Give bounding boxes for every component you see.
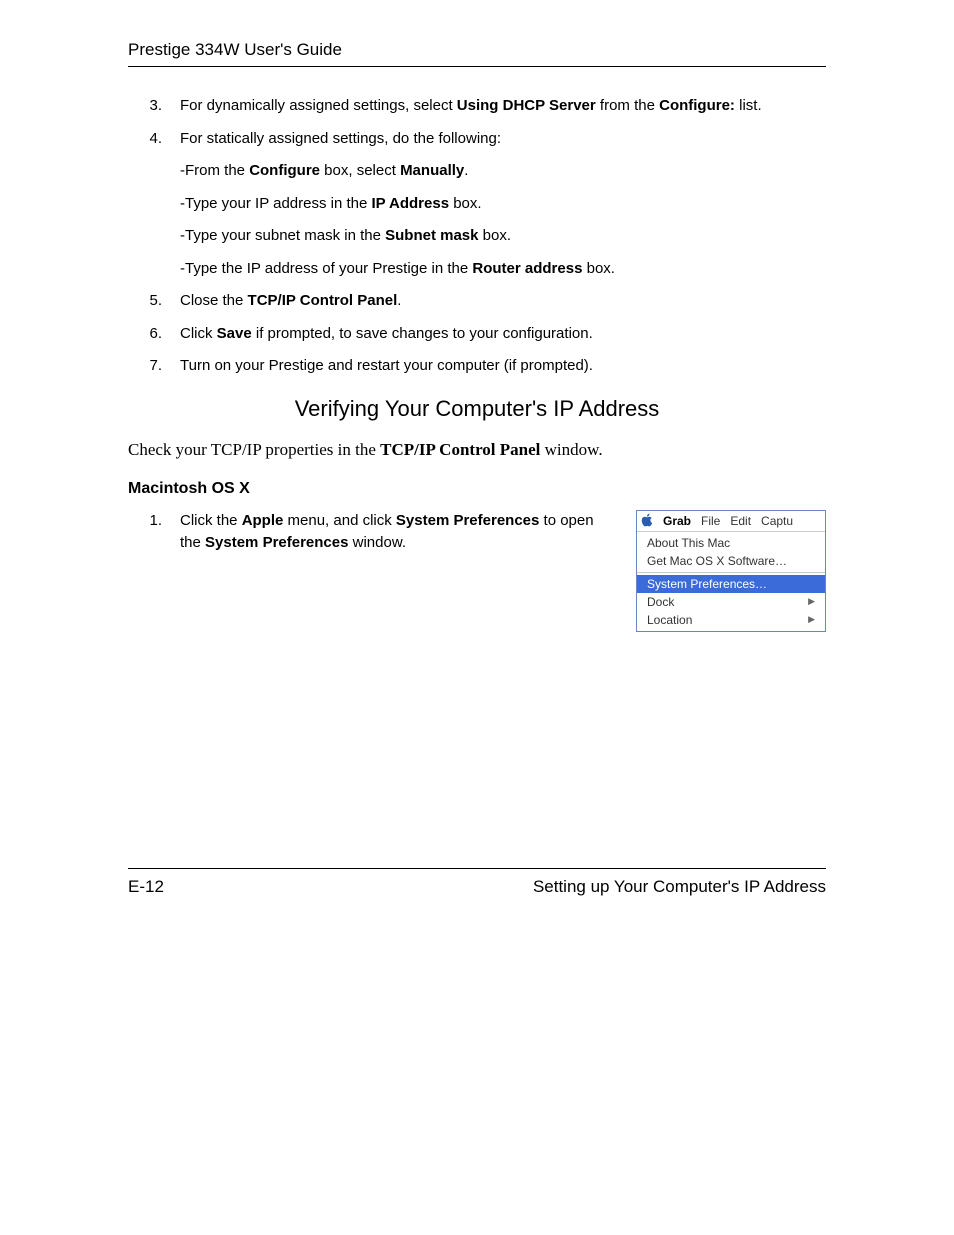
menu-label: About This Mac (647, 536, 730, 550)
text-run: Click (180, 325, 217, 342)
text-run: Close the (180, 292, 248, 309)
list-item: 5. Close the TCP/IP Control Panel. (128, 290, 826, 313)
bold-run: Apple (242, 512, 284, 529)
list-marker: 1. (128, 510, 180, 555)
bold-run: System Preferences (396, 512, 539, 529)
menu-item-get-software: Get Mac OS X Software… (637, 552, 825, 570)
list-text: For statically assigned settings, do the… (180, 128, 826, 151)
text-run: window. (348, 534, 406, 551)
list-item: 7. Turn on your Prestige and restart you… (128, 355, 826, 378)
submenu-arrow-icon: ▶ (808, 614, 815, 625)
text-run: For dynamically assigned settings, selec… (180, 97, 457, 114)
text-run: box, select (320, 162, 400, 179)
menu-item-system-preferences: System Preferences… (637, 575, 825, 593)
section-heading: Verifying Your Computer's IP Address (128, 396, 826, 422)
text-run: box. (449, 195, 482, 212)
menubar-item-grab: Grab (663, 514, 691, 528)
body-paragraph: Check your TCP/IP properties in the TCP/… (128, 440, 826, 460)
text-run: -Type the IP address of your Prestige in… (180, 260, 472, 277)
text-run: window. (540, 440, 602, 459)
bold-run: Router address (472, 260, 582, 277)
bold-run: IP Address (372, 195, 450, 212)
document-header: Prestige 334W User's Guide (128, 40, 826, 67)
bold-run: Configure: (659, 97, 735, 114)
list-subitem: -From the Configure box, select Manually… (180, 160, 826, 183)
bold-run: Manually (400, 162, 464, 179)
list-text: For dynamically assigned settings, selec… (180, 95, 826, 118)
list-marker: 4. (128, 128, 180, 151)
text-run: . (464, 162, 468, 179)
list-text: Close the TCP/IP Control Panel. (180, 290, 826, 313)
footer-title: Setting up Your Computer's IP Address (533, 877, 826, 897)
submenu-arrow-icon: ▶ (808, 596, 815, 607)
menubar-item-file: File (701, 514, 720, 528)
bold-run: Using DHCP Server (457, 97, 596, 114)
menu-item-about: About This Mac (637, 534, 825, 552)
list-marker: 7. (128, 355, 180, 378)
page-footer: E-12 Setting up Your Computer's IP Addre… (128, 868, 826, 897)
menu-label: System Preferences… (647, 577, 767, 591)
list-item: 6. Click Save if prompted, to save chang… (128, 323, 826, 346)
menu-label: Get Mac OS X Software… (647, 554, 787, 568)
ordered-list: 3. For dynamically assigned settings, se… (128, 95, 826, 378)
list-marker: 5. (128, 290, 180, 313)
list-item: 3. For dynamically assigned settings, se… (128, 95, 826, 118)
bold-run: System Preferences (205, 534, 348, 551)
page-number: E-12 (128, 877, 164, 897)
text-run: if prompted, to save changes to your con… (252, 325, 593, 342)
apple-menu-figure: Grab File Edit Captu About This Mac Get … (636, 510, 826, 632)
text-run: -From the (180, 162, 249, 179)
menu-item-location: Location ▶ (637, 611, 825, 629)
list-text: Click Save if prompted, to save changes … (180, 323, 826, 346)
apple-dropdown: About This Mac Get Mac OS X Software… Sy… (637, 532, 825, 631)
list-marker: 3. (128, 95, 180, 118)
bold-run: TCP/IP Control Panel (380, 440, 540, 459)
text-run: Click the (180, 512, 242, 529)
menubar-item-edit: Edit (730, 514, 751, 528)
page: Prestige 334W User's Guide 3. For dynami… (0, 0, 954, 1235)
list-subitem: -Type the IP address of your Prestige in… (180, 258, 826, 281)
bold-run: Subnet mask (385, 227, 478, 244)
bold-run: Configure (249, 162, 320, 179)
text-run: box. (582, 260, 615, 277)
list-item: 1. Click the Apple menu, and click Syste… (128, 510, 616, 555)
text-run: -Type your IP address in the (180, 195, 372, 212)
list-text: Click the Apple menu, and click System P… (180, 510, 616, 555)
apple-logo-icon (641, 513, 653, 529)
list-subitem: -Type your IP address in the IP Address … (180, 193, 826, 216)
menu-label: Dock (647, 595, 674, 609)
text-run: list. (735, 97, 762, 114)
list-item: 4. For statically assigned settings, do … (128, 128, 826, 151)
bold-run: TCP/IP Control Panel (248, 292, 398, 309)
list-subitem: -Type your subnet mask in the Subnet mas… (180, 225, 826, 248)
step-with-figure: 1. Click the Apple menu, and click Syste… (128, 510, 826, 632)
text-run: box. (478, 227, 511, 244)
text-run: Check your TCP/IP properties in the (128, 440, 380, 459)
text-run: . (397, 292, 401, 309)
menubar-item-capture: Captu (761, 514, 793, 528)
menu-item-dock: Dock ▶ (637, 593, 825, 611)
bold-run: Save (217, 325, 252, 342)
list-marker: 6. (128, 323, 180, 346)
text-run: -Type your subnet mask in the (180, 227, 385, 244)
menu-separator (637, 572, 825, 573)
text-run: menu, and click (283, 512, 396, 529)
apple-menubar: Grab File Edit Captu (637, 511, 825, 532)
subsection-heading: Macintosh OS X (128, 480, 826, 498)
menu-label: Location (647, 613, 692, 627)
list-text: Turn on your Prestige and restart your c… (180, 355, 826, 378)
text-run: from the (596, 97, 659, 114)
